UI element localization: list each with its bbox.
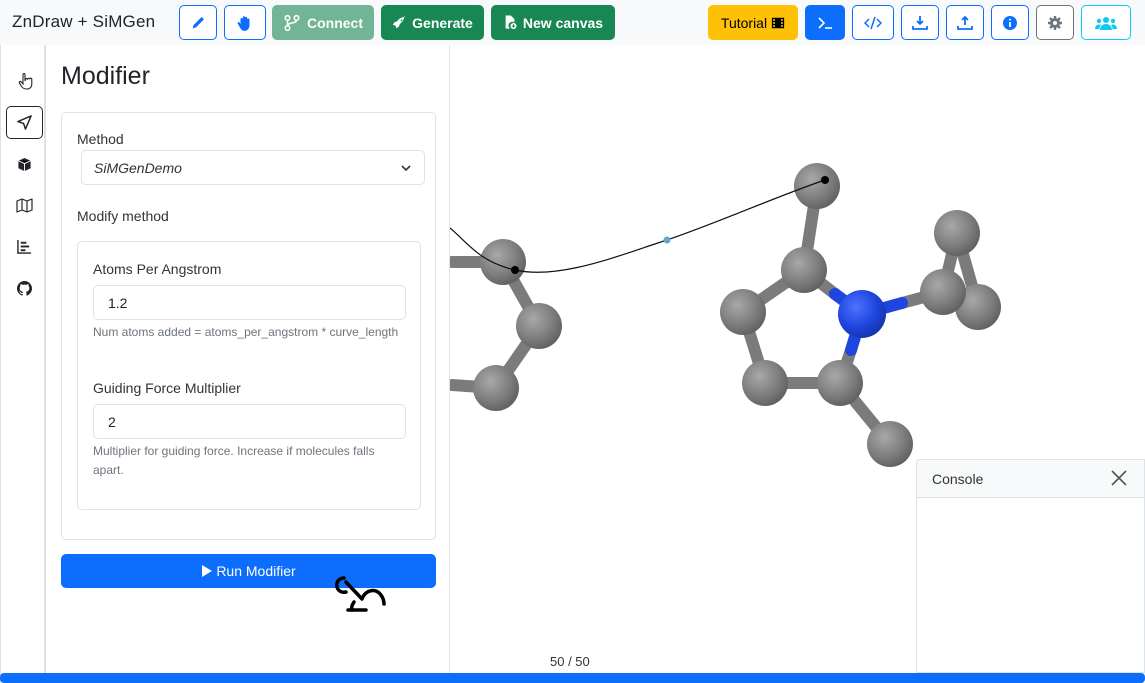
method-params-card: Atoms Per Angstrom 1.2 Num atoms added =… (77, 241, 421, 510)
sidebar-item-modifier[interactable] (6, 106, 43, 139)
hand-cursor-icon (335, 576, 386, 612)
frame-progress-bar[interactable] (0, 673, 1145, 683)
map-icon (16, 198, 33, 213)
generate-label: Generate (412, 14, 473, 31)
github-icon (17, 281, 32, 296)
method-select-value: SiMGenDemo (94, 160, 182, 176)
sidebar-item-interaction[interactable] (6, 65, 43, 98)
gear-icon (1048, 15, 1062, 30)
settings-button[interactable] (1036, 5, 1074, 40)
atoms-per-angstrom-help: Num atoms added = atoms_per_angstrom * c… (93, 325, 399, 339)
upload-button[interactable] (946, 5, 984, 40)
connect-button[interactable]: Connect (272, 5, 374, 40)
atoms-per-angstrom-input[interactable]: 1.2 (93, 285, 406, 320)
curve-control-point[interactable] (511, 266, 519, 274)
rocket-icon (393, 15, 406, 28)
app-title: ZnDraw + SiMGen (12, 12, 156, 31)
connect-label: Connect (307, 14, 363, 31)
code-icon (864, 16, 882, 29)
guiding-force-input[interactable]: 2 (93, 404, 406, 439)
users-button[interactable] (1081, 5, 1131, 40)
atoms-per-angstrom-label: Atoms Per Angstrom (93, 261, 222, 277)
guiding-force-label: Guiding Force Multiplier (93, 380, 241, 396)
frame-counter: 50 / 50 (550, 654, 590, 669)
generate-button[interactable]: Generate (381, 5, 484, 40)
chevron-down-icon (401, 165, 411, 172)
method-label: Method (77, 131, 124, 147)
sidebar (0, 45, 45, 683)
download-button[interactable] (901, 5, 939, 40)
close-icon[interactable] (1110, 469, 1128, 487)
console-window: Console (916, 459, 1145, 673)
atoms (473, 163, 1001, 467)
method-select[interactable]: SiMGenDemo (81, 150, 425, 185)
new-canvas-button[interactable]: New canvas (491, 5, 615, 40)
sidebar-item-map[interactable] (6, 189, 43, 222)
sidebar-item-analysis[interactable] (6, 230, 43, 263)
panel-title: Modifier (61, 62, 150, 90)
terminal-button[interactable] (805, 5, 845, 40)
interact-button[interactable] (224, 5, 266, 40)
pointer-hand-icon (18, 73, 32, 90)
file-plus-icon (505, 15, 517, 30)
code-button[interactable] (852, 5, 894, 40)
draw-button[interactable] (179, 5, 217, 40)
git-branch-icon (284, 14, 300, 31)
curve-midpoint-handle[interactable] (663, 236, 671, 244)
download-icon (912, 15, 928, 30)
users-icon (1095, 16, 1117, 30)
modify-method-label: Modify method (77, 208, 169, 224)
pencil-icon (192, 16, 204, 28)
run-modifier-label: Run Modifier (216, 563, 296, 579)
info-icon (1003, 15, 1017, 30)
terminal-icon (818, 16, 832, 29)
guiding-force-help: Multiplier for guiding force. Increase i… (93, 444, 375, 477)
modifier-form-card: Method SiMGenDemo Modify method Atoms Pe… (61, 112, 436, 540)
film-icon (771, 17, 785, 28)
curve-control-point[interactable] (821, 176, 829, 184)
send-icon (17, 115, 32, 130)
console-header: Console (917, 460, 1144, 498)
tutorial-label: Tutorial (720, 14, 768, 31)
top-navbar: ZnDraw + SiMGen Connect Generate New can… (0, 0, 1145, 45)
info-button[interactable] (991, 5, 1029, 40)
new-canvas-label: New canvas (522, 14, 604, 31)
hand-icon (237, 15, 250, 31)
tutorial-button[interactable]: Tutorial (708, 5, 798, 40)
upload-icon (957, 15, 973, 30)
sidebar-item-scene[interactable] (6, 148, 43, 181)
play-icon (202, 565, 213, 577)
console-title: Console (932, 471, 984, 487)
chart-icon (17, 239, 32, 254)
box-icon (18, 157, 31, 172)
sidebar-item-github[interactable] (6, 272, 43, 305)
